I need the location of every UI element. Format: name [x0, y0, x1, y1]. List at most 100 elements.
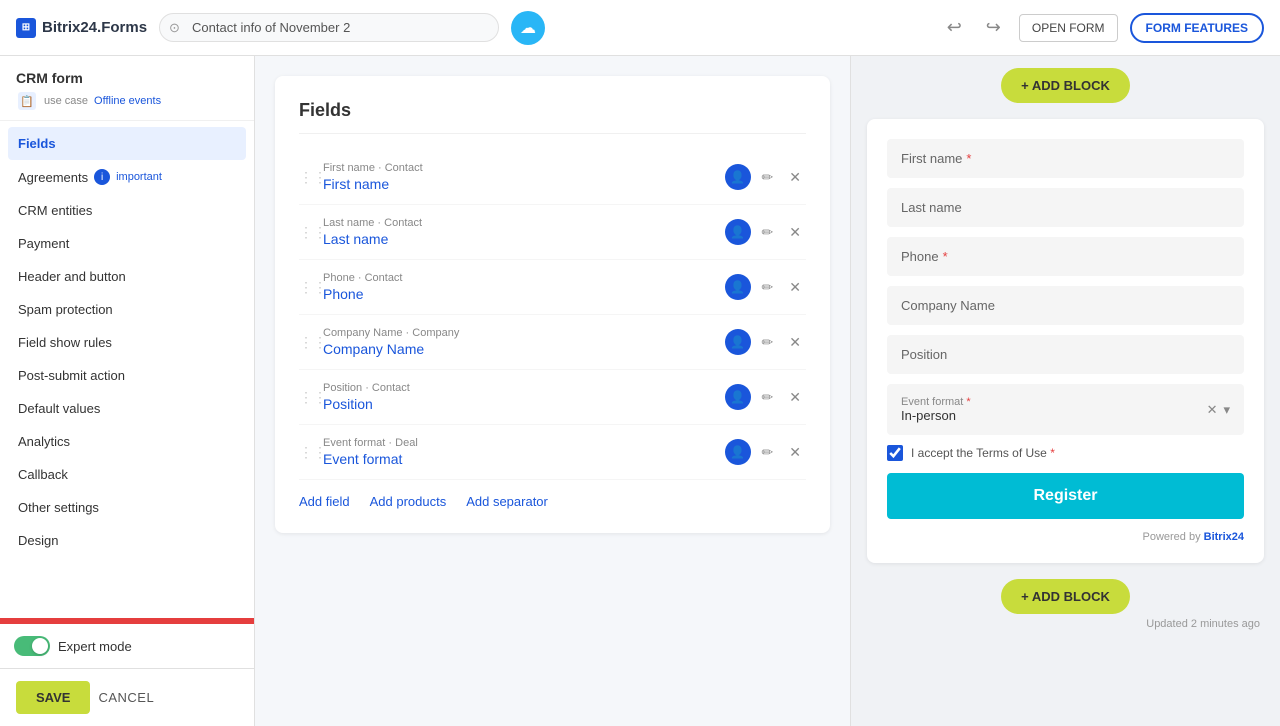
field-label: First name: [901, 151, 962, 166]
field-user-icon[interactable]: 👤: [725, 219, 751, 245]
table-row: ⋮⋮ Event format · Deal Event format 👤 ✏ …: [299, 425, 806, 480]
field-user-icon[interactable]: 👤: [725, 164, 751, 190]
field-entity: Position · Contact: [323, 382, 717, 394]
register-button[interactable]: Register: [887, 473, 1244, 519]
field-label: Phone: [901, 249, 939, 264]
table-row: ⋮⋮ Position · Contact Position 👤 ✏ ✕: [299, 370, 806, 425]
field-delete-button[interactable]: ✕: [784, 331, 806, 354]
field-user-icon[interactable]: 👤: [725, 384, 751, 410]
form-input-icon: ⊙: [169, 20, 180, 36]
sidebar-item-label: Spam protection: [18, 302, 113, 317]
field-delete-button[interactable]: ✕: [784, 276, 806, 299]
field-name: Event format: [323, 451, 717, 467]
left-panel: CRM form 📋 use case Offline events Field…: [0, 56, 255, 726]
use-case-link[interactable]: Offline events: [94, 95, 161, 107]
field-delete-button[interactable]: ✕: [784, 441, 806, 464]
sidebar-item-label: Default values: [18, 401, 100, 416]
add-field-link[interactable]: Add field: [299, 494, 350, 509]
sidebar-item-crm-entities[interactable]: CRM entities: [0, 194, 254, 227]
undo-button[interactable]: ↩: [941, 13, 968, 42]
add-block-top-button[interactable]: + ADD BLOCK: [1001, 68, 1130, 103]
add-block-bottom-button[interactable]: + ADD BLOCK: [1001, 579, 1130, 614]
form-name-input[interactable]: [159, 13, 499, 42]
sidebar-item-field-show[interactable]: Field show rules: [0, 326, 254, 359]
field-delete-button[interactable]: ✕: [784, 166, 806, 189]
field-edit-button[interactable]: ✏: [757, 441, 779, 464]
clear-icon[interactable]: ✕: [1207, 402, 1218, 418]
dropdown-required: *: [966, 396, 970, 408]
powered-by: Powered by Bitrix24: [887, 531, 1244, 543]
field-name: Phone: [323, 286, 717, 302]
sidebar-item-fields[interactable]: Fields: [8, 127, 246, 160]
field-user-icon[interactable]: 👤: [725, 329, 751, 355]
add-row: Add field Add products Add separator: [299, 480, 806, 509]
field-delete-button[interactable]: ✕: [784, 386, 806, 409]
drag-handle-icon[interactable]: ⋮⋮: [299, 444, 315, 461]
field-edit-button[interactable]: ✏: [757, 276, 779, 299]
field-label: Last name: [901, 200, 962, 215]
sidebar-item-payment[interactable]: Payment: [0, 227, 254, 260]
expert-mode-toggle[interactable]: [14, 636, 50, 656]
field-name: First name: [323, 176, 717, 192]
field-info: Last name · Contact Last name: [323, 217, 717, 247]
middle-panel: Fields ⋮⋮ First name · Contact First nam…: [255, 56, 850, 726]
bitrix24-link[interactable]: Bitrix24: [1204, 531, 1244, 543]
logo-icon: ⊞: [16, 18, 36, 38]
open-form-button[interactable]: OPEN FORM: [1019, 14, 1118, 42]
expert-mode-label: Expert mode: [58, 639, 132, 654]
field-entity: Phone · Contact: [323, 272, 717, 284]
field-info: First name · Contact First name: [323, 162, 717, 192]
field-actions: 👤 ✏ ✕: [725, 384, 806, 410]
main-layout: CRM form 📋 use case Offline events Field…: [0, 56, 1280, 726]
cancel-button[interactable]: CANCEL: [98, 690, 154, 705]
sidebar-item-default-values[interactable]: Default values: [0, 392, 254, 425]
field-edit-button[interactable]: ✏: [757, 166, 779, 189]
topbar: ⊞ Bitrix24.Forms ⊙ ☁ ↩ ↪ OPEN FORM FORM …: [0, 0, 1280, 56]
preview-first-name-field: First name *: [887, 139, 1244, 178]
form-features-button[interactable]: FORM FEATURES: [1130, 13, 1264, 43]
add-products-link[interactable]: Add products: [370, 494, 447, 509]
field-name: Last name: [323, 231, 717, 247]
sidebar-item-label: Callback: [18, 467, 68, 482]
required-marker: *: [966, 151, 971, 166]
field-user-icon[interactable]: 👤: [725, 439, 751, 465]
field-actions: 👤 ✏ ✕: [725, 219, 806, 245]
sidebar-item-analytics[interactable]: Analytics: [0, 425, 254, 458]
crm-form-title: CRM form: [16, 70, 238, 86]
table-row: ⋮⋮ Phone · Contact Phone 👤 ✏ ✕: [299, 260, 806, 315]
field-info: Position · Contact Position: [323, 382, 717, 412]
form-preview: First name * Last name Phone * Company N…: [867, 119, 1264, 563]
terms-checkbox[interactable]: [887, 445, 903, 461]
sidebar-item-label: Post-submit action: [18, 368, 125, 383]
sidebar-item-post-submit[interactable]: Post-submit action: [0, 359, 254, 392]
sidebar-item-other-settings[interactable]: Other settings: [0, 491, 254, 524]
sidebar-item-spam[interactable]: Spam protection: [0, 293, 254, 326]
field-actions: 👤 ✏ ✕: [725, 329, 806, 355]
field-entity: Event format · Deal: [323, 437, 717, 449]
sidebar-item-design[interactable]: Design: [0, 524, 254, 557]
sidebar-item-header-button[interactable]: Header and button: [0, 260, 254, 293]
field-edit-button[interactable]: ✏: [757, 386, 779, 409]
field-delete-button[interactable]: ✕: [784, 221, 806, 244]
field-name: Company Name: [323, 341, 717, 357]
save-button[interactable]: SAVE: [16, 681, 90, 714]
drag-handle-icon[interactable]: ⋮⋮: [299, 224, 315, 241]
field-edit-button[interactable]: ✏: [757, 221, 779, 244]
drag-handle-icon[interactable]: ⋮⋮: [299, 279, 315, 296]
preview-last-name-field: Last name: [887, 188, 1244, 227]
field-edit-button[interactable]: ✏: [757, 331, 779, 354]
table-row: ⋮⋮ Last name · Contact Last name 👤 ✏ ✕: [299, 205, 806, 260]
sidebar-item-callback[interactable]: Callback: [0, 458, 254, 491]
add-separator-link[interactable]: Add separator: [466, 494, 548, 509]
sidebar-item-agreements[interactable]: Agreements i important: [0, 160, 254, 194]
drag-handle-icon[interactable]: ⋮⋮: [299, 334, 315, 351]
redo-button[interactable]: ↪: [980, 13, 1007, 42]
form-name-input-wrap: ⊙: [159, 13, 499, 42]
drag-handle-icon[interactable]: ⋮⋮: [299, 389, 315, 406]
field-user-icon[interactable]: 👤: [725, 274, 751, 300]
preview-event-format-field[interactable]: Event format * In-person ✕ ▾: [887, 384, 1244, 435]
chevron-down-icon[interactable]: ▾: [1223, 402, 1230, 418]
dropdown-icons: ✕ ▾: [1207, 402, 1230, 418]
drag-handle-icon[interactable]: ⋮⋮: [299, 169, 315, 186]
cloud-sync-icon[interactable]: ☁: [511, 11, 545, 45]
